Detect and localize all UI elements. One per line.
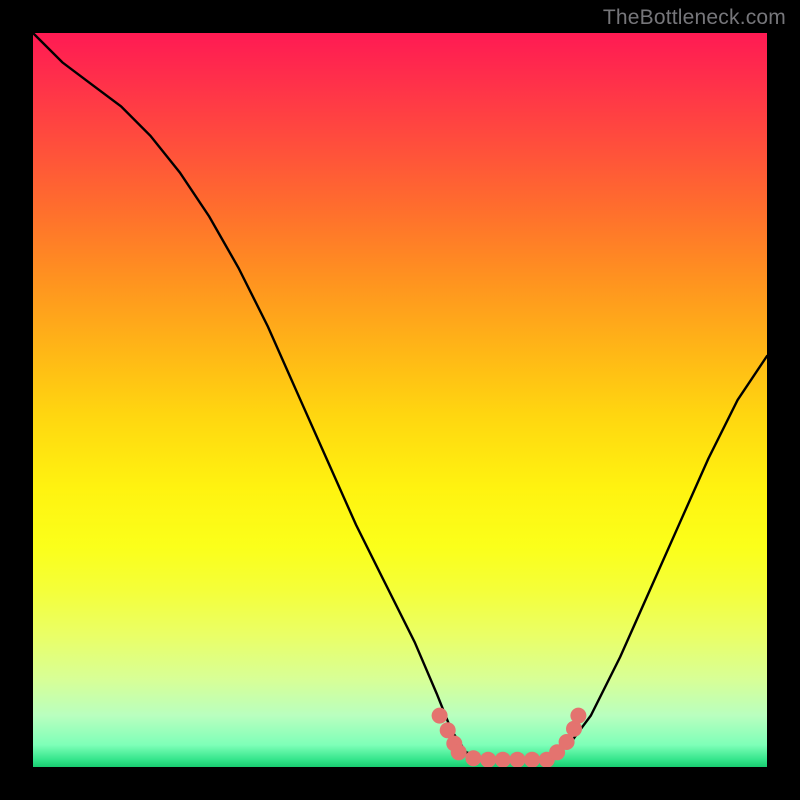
- highlight-dot: [451, 744, 467, 760]
- highlight-dot: [495, 752, 511, 767]
- highlight-dot: [465, 750, 481, 766]
- bottleneck-curve: [33, 33, 767, 760]
- highlight-dot: [480, 752, 496, 767]
- chart-frame: TheBottleneck.com: [0, 0, 800, 800]
- highlight-dot: [570, 708, 586, 724]
- plot-area: [33, 33, 767, 767]
- highlight-dot: [509, 752, 525, 767]
- curve-layer: [33, 33, 767, 767]
- highlight-dot: [524, 752, 540, 767]
- highlight-dots: [432, 708, 587, 767]
- attribution-label: TheBottleneck.com: [603, 6, 786, 30]
- highlight-dot: [432, 708, 448, 724]
